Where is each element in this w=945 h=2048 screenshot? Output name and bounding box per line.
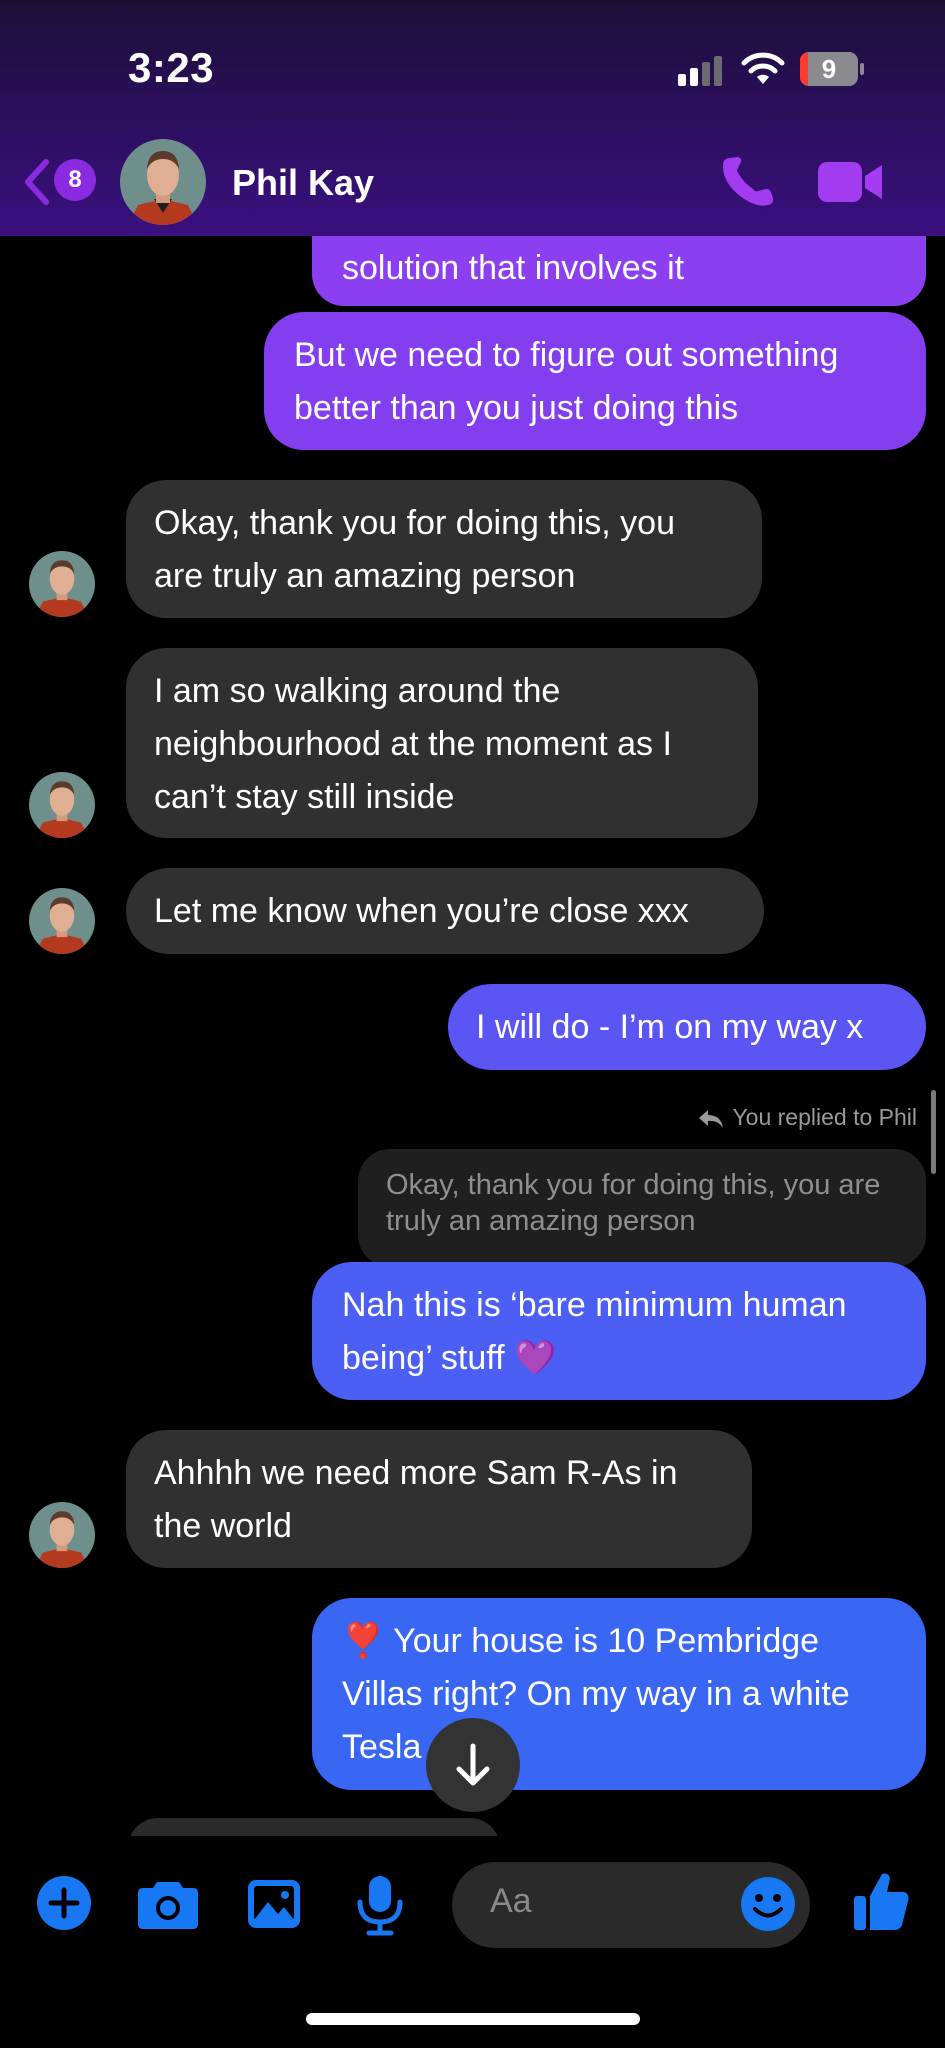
image-gallery-icon[interactable] (246, 1876, 302, 1932)
battery-icon: 9 (800, 52, 864, 86)
conversation-header: 3:23 9 8 Phil Kay (0, 0, 945, 236)
outgoing-message[interactable]: ❣️ Your house is 10 Pembridge Villas rig… (312, 1598, 926, 1790)
phone-call-icon[interactable] (718, 154, 776, 210)
outgoing-message[interactable]: But we need to figure out something bett… (264, 312, 926, 450)
reply-indicator: You replied to Phil (698, 1104, 917, 1131)
back-chevron-icon[interactable] (20, 158, 52, 206)
status-time: 3:23 (128, 44, 215, 91)
incoming-message[interactable]: Ahhhh we need more Sam R-As in the world (126, 1430, 752, 1568)
scrollbar[interactable] (931, 1090, 936, 1174)
unread-count-badge[interactable]: 8 (54, 159, 96, 201)
incoming-message[interactable]: Let me know when you’re close xxx (126, 868, 764, 954)
scroll-to-bottom-button[interactable] (426, 1718, 520, 1812)
outgoing-message[interactable]: Nah this is ‘bare minimum human being’ s… (312, 1262, 926, 1400)
incoming-message[interactable]: Okay, thank you for doing this, you are … (126, 480, 762, 618)
reply-label: You replied to Phil (732, 1104, 917, 1130)
quoted-message[interactable]: Okay, thank you for doing this, you are … (358, 1149, 926, 1267)
contact-name[interactable]: Phil Kay (232, 162, 374, 204)
arrow-down-icon (456, 1743, 490, 1786)
emoji-icon[interactable] (740, 1876, 796, 1932)
outgoing-message[interactable]: I will do - I’m on my way x (448, 984, 926, 1070)
contact-avatar-small[interactable] (29, 1502, 95, 1568)
contact-avatar-small[interactable] (29, 551, 95, 617)
reply-arrow-icon (699, 1109, 724, 1128)
thumbs-up-icon[interactable] (852, 1870, 910, 1932)
cellular-signal-icon (678, 56, 726, 86)
incoming-message[interactable]: I am so walking around the neighbourhood… (126, 648, 758, 838)
contact-avatar-small[interactable] (29, 888, 95, 954)
wifi-icon (741, 52, 785, 84)
camera-icon[interactable] (137, 1878, 199, 1930)
message-input-placeholder[interactable]: Aa (490, 1882, 532, 1921)
microphone-icon[interactable] (355, 1874, 405, 1936)
plus-icon[interactable] (36, 1875, 92, 1931)
contact-avatar[interactable] (120, 139, 206, 225)
video-call-icon[interactable] (818, 160, 884, 204)
home-indicator[interactable] (306, 2013, 640, 2025)
battery-level: 9 (821, 54, 837, 84)
contact-avatar-small[interactable] (29, 772, 95, 838)
